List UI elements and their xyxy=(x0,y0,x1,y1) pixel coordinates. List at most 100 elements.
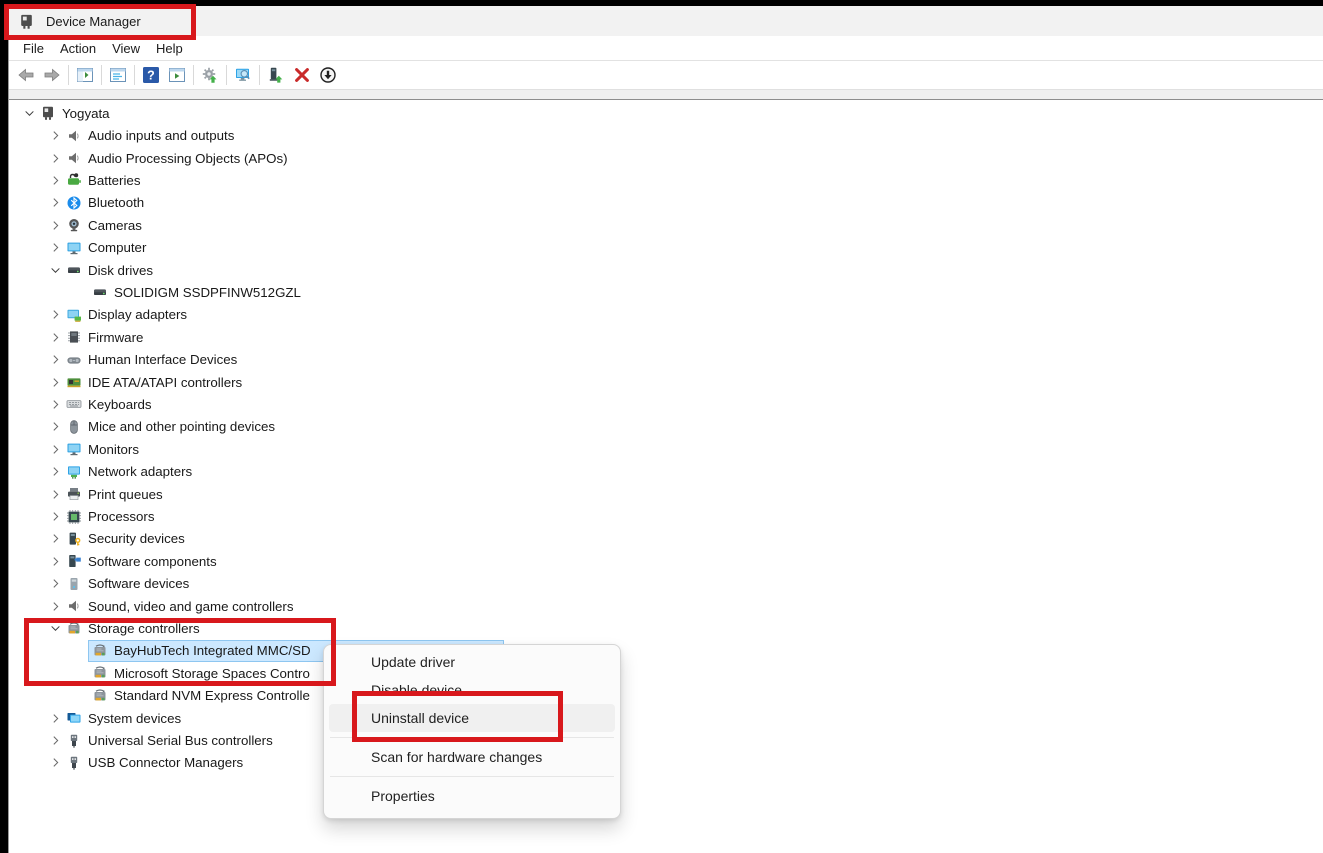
toolbar-back-button[interactable] xyxy=(13,63,39,88)
firmware-chip-icon xyxy=(66,329,82,345)
chevron-right-icon[interactable] xyxy=(47,509,63,525)
tree-item-universal-serial-bus-controllers[interactable]: Universal Serial Bus controllers xyxy=(9,729,1323,751)
device-manager-window: Device Manager FileActionViewHelp ? Yogy… xyxy=(8,6,1323,853)
toolbar-scan-hardware-changes-button[interactable] xyxy=(230,63,256,88)
chevron-right-icon[interactable] xyxy=(47,464,63,480)
chevron-right-icon[interactable] xyxy=(47,172,63,188)
tree-item-usb-connector-managers[interactable]: USB Connector Managers xyxy=(9,752,1323,774)
menu-view[interactable]: View xyxy=(104,38,148,59)
tree-item-disk-drives[interactable]: Disk drives xyxy=(9,259,1323,281)
chevron-right-icon[interactable] xyxy=(47,396,63,412)
menu-action[interactable]: Action xyxy=(52,38,104,59)
toolbar-help-button[interactable]: ? xyxy=(138,63,164,88)
tree-item-system-devices[interactable]: System devices xyxy=(9,707,1323,729)
chevron-right-icon[interactable] xyxy=(47,598,63,614)
disk-icon xyxy=(92,284,108,300)
context-menu-separator xyxy=(330,737,614,738)
context-menu-item-uninstall-device[interactable]: Uninstall device xyxy=(329,704,615,732)
camera-icon xyxy=(66,217,82,233)
tree-item-audio-processing-objects-apos[interactable]: Audio Processing Objects (APOs) xyxy=(9,147,1323,169)
context-menu-item-scan-for-hardware-changes[interactable]: Scan for hardware changes xyxy=(329,743,615,771)
tree-item-software-components[interactable]: Software components xyxy=(9,550,1323,572)
tree-item-bayhubtech-integrated-mmc-sd[interactable]: BayHubTech Integrated MMC/SD xyxy=(9,640,1323,662)
chevron-right-icon[interactable] xyxy=(47,329,63,345)
chevron-right-icon[interactable] xyxy=(47,352,63,368)
chevron-right-icon[interactable] xyxy=(47,733,63,749)
chevron-right-icon[interactable] xyxy=(47,531,63,547)
storage-controller-icon xyxy=(92,665,108,681)
tree-item-microsoft-storage-spaces-contro[interactable]: Microsoft Storage Spaces Contro xyxy=(9,662,1323,684)
tree-item-mice-and-other-pointing-devices[interactable]: Mice and other pointing devices xyxy=(9,416,1323,438)
tree-item-label: Computer xyxy=(88,240,146,255)
chevron-right-icon[interactable] xyxy=(47,217,63,233)
toolbar-disable-device-button[interactable] xyxy=(315,63,341,88)
tree-item-standard-nvm-express-controlle[interactable]: Standard NVM Express Controlle xyxy=(9,685,1323,707)
chevron-right-icon[interactable] xyxy=(47,486,63,502)
properties-window-icon xyxy=(109,66,127,84)
chevron-right-icon[interactable] xyxy=(47,755,63,771)
tree-item-keyboards[interactable]: Keyboards xyxy=(9,393,1323,415)
chevron-right-icon[interactable] xyxy=(47,710,63,726)
toolbar-update-device-button[interactable] xyxy=(263,63,289,88)
toolbar-separator xyxy=(68,65,69,85)
chevron-right-icon[interactable] xyxy=(47,419,63,435)
tree-item-solidigm-ssdpfinw512gzl[interactable]: SOLIDIGM SSDPFINW512GZL xyxy=(9,281,1323,303)
chevron-down-icon[interactable] xyxy=(21,105,37,121)
menu-help[interactable]: Help xyxy=(148,38,191,59)
tree-item-label: Human Interface Devices xyxy=(88,352,237,367)
chevron-right-icon[interactable] xyxy=(47,441,63,457)
tree-item-print-queues[interactable]: Print queues xyxy=(9,483,1323,505)
tree-item-monitors[interactable]: Monitors xyxy=(9,438,1323,460)
tree-item-storage-controllers[interactable]: Storage controllers xyxy=(9,617,1323,639)
software-device-icon xyxy=(66,576,82,592)
monitor-icon xyxy=(66,441,82,457)
speaker-icon xyxy=(66,128,82,144)
chevron-right-icon[interactable] xyxy=(47,195,63,211)
tree-item-software-devices[interactable]: Software devices xyxy=(9,573,1323,595)
toolbar-action-pane-button[interactable] xyxy=(164,63,190,88)
tree-item-processors[interactable]: Processors xyxy=(9,505,1323,527)
toolbar-show-console-tree-button[interactable] xyxy=(72,63,98,88)
context-menu-item-properties[interactable]: Properties xyxy=(329,782,615,810)
chevron-down-icon[interactable] xyxy=(47,262,63,278)
tree-item-cameras[interactable]: Cameras xyxy=(9,214,1323,236)
tree-item-bluetooth[interactable]: Bluetooth xyxy=(9,192,1323,214)
toolbar-properties-pane-button[interactable] xyxy=(105,63,131,88)
toolbar-edge xyxy=(9,89,1323,99)
chevron-right-icon[interactable] xyxy=(47,374,63,390)
tree-item-sound-video-and-game-controllers[interactable]: Sound, video and game controllers xyxy=(9,595,1323,617)
tree-item-computer[interactable]: Computer xyxy=(9,236,1323,258)
chevron-right-icon[interactable] xyxy=(47,576,63,592)
tree-item-audio-inputs-and-outputs[interactable]: Audio inputs and outputs xyxy=(9,124,1323,146)
context-menu-item-disable-device[interactable]: Disable device xyxy=(329,676,615,704)
processor-icon xyxy=(66,509,82,525)
tree-item-firmware[interactable]: Firmware xyxy=(9,326,1323,348)
tree-item-batteries[interactable]: Batteries xyxy=(9,169,1323,191)
tree-item-yogyata[interactable]: Yogyata xyxy=(9,102,1323,124)
software-component-icon xyxy=(66,553,82,569)
tree-item-label: Mice and other pointing devices xyxy=(88,419,275,434)
chevron-down-icon[interactable] xyxy=(47,621,63,637)
tree-item-ide-ata-atapi-controllers[interactable]: IDE ATA/ATAPI controllers xyxy=(9,371,1323,393)
chevron-right-icon[interactable] xyxy=(47,128,63,144)
speaker-icon xyxy=(66,598,82,614)
chevron-right-icon[interactable] xyxy=(47,307,63,323)
chevron-placeholder xyxy=(73,665,89,681)
tree-item-label: Network adapters xyxy=(88,464,192,479)
toolbar-update-driver-button[interactable] xyxy=(197,63,223,88)
toolbar-forward-button[interactable] xyxy=(39,63,65,88)
chevron-right-icon[interactable] xyxy=(47,150,63,166)
toolbar-uninstall-device-button[interactable] xyxy=(289,63,315,88)
disk-icon xyxy=(66,262,82,278)
chevron-right-icon[interactable] xyxy=(47,553,63,569)
context-menu-item-update-driver[interactable]: Update driver xyxy=(329,648,615,676)
chevron-right-icon[interactable] xyxy=(47,240,63,256)
tree-item-human-interface-devices[interactable]: Human Interface Devices xyxy=(9,348,1323,370)
mouse-icon xyxy=(66,419,82,435)
tree-item-security-devices[interactable]: Security devices xyxy=(9,528,1323,550)
tree-item-label: Microsoft Storage Spaces Contro xyxy=(114,666,310,681)
tree-item-network-adapters[interactable]: Network adapters xyxy=(9,461,1323,483)
menu-file[interactable]: File xyxy=(15,38,52,59)
disable-down-icon xyxy=(319,66,337,84)
tree-item-display-adapters[interactable]: Display adapters xyxy=(9,304,1323,326)
